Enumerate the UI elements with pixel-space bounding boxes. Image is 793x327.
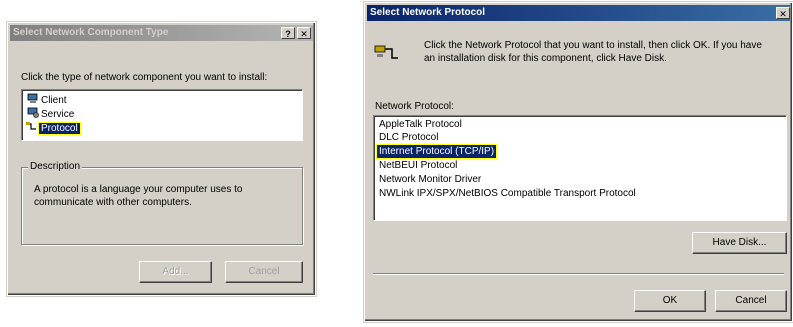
component-type-dialog: Select Network Component Type ? ✕ Click … bbox=[7, 22, 316, 296]
component-dialog-titlebar[interactable]: Select Network Component Type ? ✕ bbox=[10, 25, 313, 41]
network-protocol-dialog: Select Network Protocol ✕ Click the Netw… bbox=[364, 2, 793, 322]
ok-button[interactable]: OK bbox=[634, 290, 706, 312]
description-text-line2: communicate with other computers. bbox=[34, 197, 192, 208]
list-item[interactable]: AppleTalk Protocol bbox=[377, 118, 464, 131]
separator bbox=[373, 273, 784, 275]
component-listbox[interactable]: Client Service Protocol bbox=[21, 89, 303, 141]
close-button[interactable]: ✕ bbox=[776, 7, 790, 19]
instructions-line1: Click the Network Protocol that you want… bbox=[424, 40, 762, 51]
protocol-icon bbox=[25, 121, 37, 136]
list-item[interactable]: DLC Protocol bbox=[377, 131, 440, 144]
cancel-button[interactable]: Cancel bbox=[225, 261, 303, 283]
instructions-line2: an installation disk for this component,… bbox=[424, 53, 667, 64]
protocol-dialog-title: Select Network Protocol bbox=[370, 7, 486, 18]
list-item-client[interactable]: Client bbox=[25, 93, 69, 106]
network-plug-icon bbox=[373, 43, 399, 63]
client-icon bbox=[27, 93, 39, 108]
description-text-line1: A protocol is a language your computer u… bbox=[34, 184, 243, 195]
protocol-label: Protocol bbox=[38, 122, 81, 136]
cancel-button[interactable]: Cancel bbox=[715, 290, 787, 312]
list-item-selected[interactable]: Internet Protocol (TCP/IP) bbox=[375, 144, 498, 159]
component-dialog-title: Select Network Component Type bbox=[13, 27, 169, 38]
close-button[interactable]: ✕ bbox=[297, 27, 311, 39]
list-item-service[interactable]: Service bbox=[25, 107, 76, 120]
service-label: Service bbox=[41, 109, 75, 121]
list-item[interactable]: NetBEUI Protocol bbox=[377, 159, 459, 172]
list-label: Network Protocol: bbox=[375, 101, 454, 112]
description-legend: Description bbox=[28, 161, 83, 172]
add-button[interactable]: Add... bbox=[139, 261, 212, 283]
component-prompt: Click the type of network component you … bbox=[21, 72, 268, 83]
list-item[interactable]: Network Monitor Driver bbox=[377, 173, 483, 186]
help-button[interactable]: ? bbox=[281, 27, 295, 39]
list-item-protocol[interactable]: Protocol bbox=[25, 121, 81, 136]
protocol-listbox[interactable]: AppleTalk Protocol DLC Protocol Internet… bbox=[373, 115, 787, 221]
protocol-dialog-titlebar[interactable]: Select Network Protocol ✕ bbox=[367, 5, 790, 21]
list-item[interactable]: NWLink IPX/SPX/NetBIOS Compatible Transp… bbox=[377, 187, 638, 200]
have-disk-button[interactable]: Have Disk... bbox=[692, 232, 787, 254]
service-icon bbox=[27, 107, 39, 122]
description-group: Description A protocol is a language you… bbox=[21, 161, 303, 245]
client-label: Client bbox=[41, 95, 67, 107]
